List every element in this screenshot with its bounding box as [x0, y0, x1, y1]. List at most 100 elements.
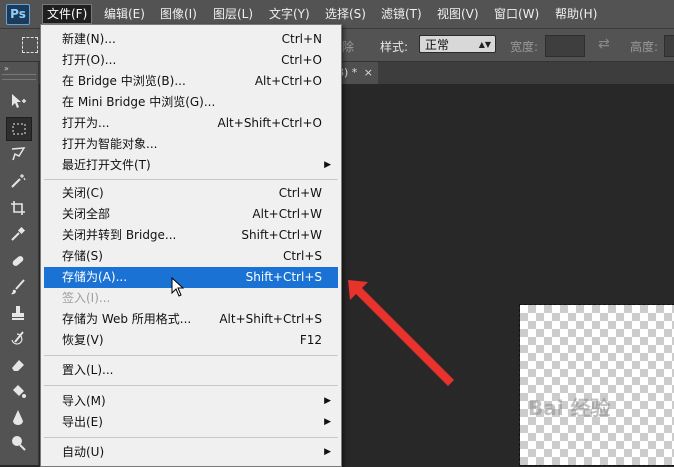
menu-item-label: 打开为智能对象... — [62, 137, 158, 151]
toolbox-grip[interactable] — [2, 74, 36, 80]
move-tool-icon[interactable] — [6, 90, 30, 112]
menu-item-save-for-web[interactable]: 存储为 Web 所用格式... Alt+Shift+Ctrl+S — [44, 309, 338, 330]
eyedropper-tool-icon[interactable] — [6, 223, 30, 245]
menu-item-save[interactable]: 存储(S) Ctrl+S — [44, 246, 338, 267]
menu-item-label: 导出(E) — [62, 415, 103, 429]
style-select-value: 正常 — [425, 38, 450, 52]
menu-item-close-and-go-to-bridge[interactable]: 关闭并转到 Bridge... Shift+Ctrl+W — [44, 225, 338, 246]
menu-window[interactable]: 窗口(W) — [490, 5, 543, 23]
menu-item-shortcut: Ctrl+W — [278, 186, 322, 200]
menu-separator — [44, 179, 338, 180]
toolbox-panel: » — [0, 62, 39, 465]
mouse-pointer-icon — [171, 277, 185, 297]
menu-item-open[interactable]: 打开(O)... Ctrl+O — [44, 50, 338, 71]
watermark-logo: Bai 经验 — [528, 396, 611, 420]
menu-item-open-recent[interactable]: 最近打开文件(T) ▶ — [44, 155, 338, 176]
menu-item-label: 置入(L)... — [62, 363, 114, 377]
menu-item-shortcut: Ctrl+N — [281, 32, 322, 46]
menu-item-label: 自动(U) — [62, 445, 105, 459]
menu-item-label: 关闭并转到 Bridge... — [62, 228, 177, 242]
menu-item-import[interactable]: 导入(M) ▶ — [44, 391, 338, 412]
menu-item-label: 关闭全部 — [62, 207, 111, 221]
crop-tool-icon[interactable] — [6, 197, 30, 219]
collapse-toolbox-icon[interactable]: » — [4, 64, 9, 73]
menu-separator — [44, 385, 338, 386]
swap-dimensions-icon[interactable]: ⇄ — [598, 36, 610, 52]
menu-item-shortcut: Alt+Ctrl+O — [254, 74, 322, 88]
menu-item-new[interactable]: 新建(N)... Ctrl+N — [44, 29, 338, 50]
menu-item-shortcut: Ctrl+S — [282, 249, 322, 263]
menu-item-browse-in-mini-bridge[interactable]: 在 Mini Bridge 中浏览(G)... — [44, 92, 338, 113]
brush-tool-icon[interactable] — [6, 276, 30, 298]
menu-item-label: 恢复(V) — [62, 333, 104, 347]
blur-tool-icon[interactable] — [6, 406, 30, 428]
menu-select[interactable]: 选择(S) — [321, 5, 370, 23]
rectangular-marquee-tool-icon[interactable] — [6, 117, 32, 141]
paint-bucket-tool-icon[interactable] — [6, 380, 30, 402]
healing-brush-tool-icon[interactable] — [6, 250, 30, 272]
magic-wand-tool-icon[interactable] — [6, 170, 30, 192]
menu-filter[interactable]: 滤镜(T) — [377, 5, 426, 23]
menu-view[interactable]: 视图(V) — [433, 5, 483, 23]
menu-item-shortcut: Shift+Ctrl+S — [245, 270, 322, 284]
tool-preset-icon[interactable] — [22, 37, 38, 53]
menu-item-shortcut: Ctrl+O — [281, 53, 322, 67]
menu-item-shortcut: F12 — [299, 333, 322, 347]
menu-layer[interactable]: 图层(L) — [209, 5, 257, 23]
photoshop-logo: Ps — [6, 4, 30, 25]
dodge-tool-icon[interactable] — [6, 432, 30, 454]
menu-item-shortcut: Alt+Ctrl+W — [252, 207, 322, 221]
menu-item-label: 打开(O)... — [62, 53, 117, 67]
transparent-canvas[interactable] — [519, 304, 674, 466]
refine-edge-button[interactable]: 除 — [342, 38, 354, 55]
eraser-tool-icon[interactable] — [6, 354, 30, 376]
menu-item-label: 存储(S) — [62, 249, 103, 263]
style-select[interactable]: 正常 ▲▼ — [419, 35, 496, 53]
menu-item-label: 签入(I)... — [62, 291, 111, 305]
clone-stamp-tool-icon[interactable] — [6, 302, 30, 324]
height-label: 高度: — [630, 40, 659, 54]
submenu-arrow-icon: ▶ — [324, 160, 331, 170]
submenu-arrow-icon: ▶ — [324, 417, 331, 427]
menu-item-export[interactable]: 导出(E) ▶ — [44, 412, 338, 433]
menu-type[interactable]: 文字(Y) — [265, 5, 314, 23]
annotation-arrow-icon — [348, 280, 454, 386]
file-menu-dropdown: 新建(N)... Ctrl+N 打开(O)... Ctrl+O 在 Bridge… — [40, 24, 342, 467]
close-tab-icon[interactable]: × — [364, 66, 373, 79]
menu-edit[interactable]: 编辑(E) — [100, 5, 149, 23]
menu-item-shortcut: Shift+Ctrl+W — [241, 228, 322, 242]
menu-item-browse-in-bridge[interactable]: 在 Bridge 中浏览(B)... Alt+Ctrl+O — [44, 71, 338, 92]
menu-item-label: 打开为... — [62, 116, 110, 130]
menu-item-label: 最近打开文件(T) — [62, 158, 151, 172]
menu-file[interactable]: 文件(F) — [42, 4, 93, 24]
menu-item-label: 存储为 Web 所用格式... — [62, 312, 192, 326]
submenu-arrow-icon: ▶ — [324, 447, 331, 457]
menu-item-label: 存储为(A)... — [62, 270, 128, 284]
menu-item-place[interactable]: 置入(L)... — [44, 360, 338, 381]
menu-image[interactable]: 图像(I) — [156, 5, 201, 23]
menu-item-check-in: 签入(I)... — [44, 288, 338, 309]
menu-item-close[interactable]: 关闭(C) Ctrl+W — [44, 183, 338, 204]
menu-item-label: 新建(N)... — [62, 32, 116, 46]
menu-help[interactable]: 帮助(H) — [551, 5, 601, 23]
history-brush-tool-icon[interactable] — [6, 328, 30, 350]
select-arrows-icon: ▲▼ — [478, 40, 491, 49]
menu-item-label: 关闭(C) — [62, 186, 104, 200]
menu-separator — [44, 437, 338, 438]
menu-item-revert[interactable]: 恢复(V) F12 — [44, 330, 338, 351]
submenu-arrow-icon: ▶ — [324, 396, 331, 406]
width-label: 宽度: — [510, 40, 539, 54]
height-input[interactable] — [664, 35, 674, 57]
menu-item-open-as[interactable]: 打开为... Alt+Shift+Ctrl+O — [44, 113, 338, 134]
lasso-tool-icon[interactable] — [6, 143, 30, 165]
menu-item-shortcut: Alt+Shift+Ctrl+O — [217, 116, 322, 130]
menu-item-automate[interactable]: 自动(U) ▶ — [44, 442, 338, 463]
menu-item-close-all[interactable]: 关闭全部 Alt+Ctrl+W — [44, 204, 338, 225]
menu-item-label: 导入(M) — [62, 394, 106, 408]
menu-item-label: 在 Mini Bridge 中浏览(G)... — [62, 95, 216, 109]
width-input[interactable] — [545, 35, 585, 57]
style-label: 样式: — [380, 40, 409, 54]
menu-item-open-as-smart-object[interactable]: 打开为智能对象... — [44, 134, 338, 155]
menu-separator — [44, 355, 338, 356]
menu-item-save-as[interactable]: 存储为(A)... Shift+Ctrl+S — [44, 267, 338, 288]
